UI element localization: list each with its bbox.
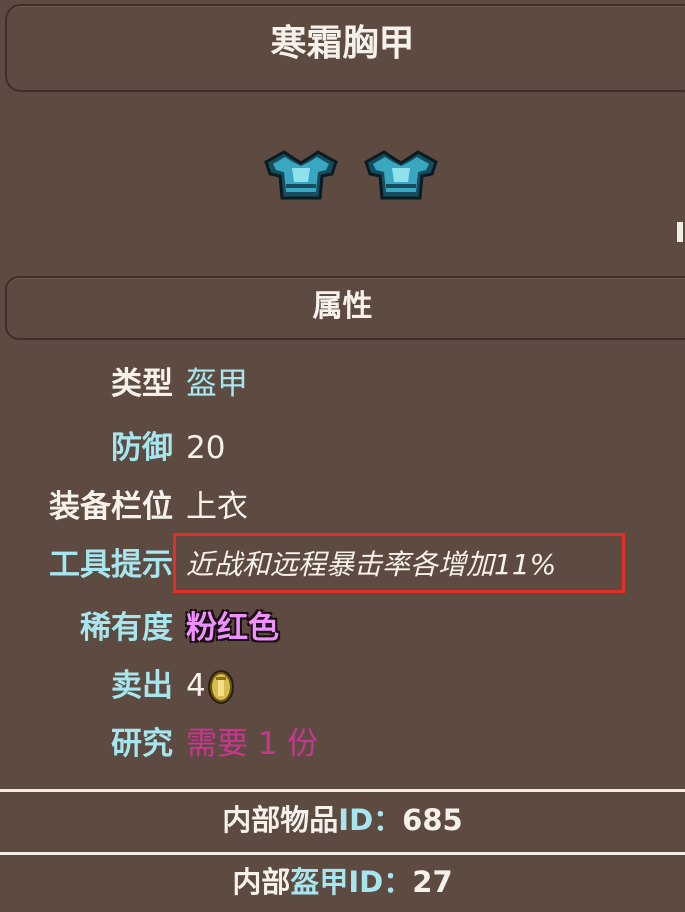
edge-mark (677, 222, 683, 242)
defense-value: 20 (186, 430, 226, 466)
armor-id-key: ID： (348, 865, 413, 899)
sell-row: 卖出 4 (0, 658, 685, 714)
defense-label[interactable]: 防御 (111, 420, 173, 476)
research-value: 需要 1 份 (186, 726, 319, 762)
type-row: 类型 盔甲 (0, 356, 685, 412)
section-header: 属性 (312, 289, 373, 324)
defense-row: 防御 20 (0, 420, 685, 476)
armor-id-prefix: 内部 (232, 865, 291, 899)
highlight-box (173, 533, 625, 593)
gold-coin-icon (208, 670, 234, 704)
item-id-prefix: 内部物品 (222, 803, 339, 837)
item-id-value: 685 (402, 803, 463, 837)
sell-label[interactable]: 卖出 (111, 658, 173, 714)
type-value[interactable]: 盔甲 (186, 356, 248, 412)
armor-id-row: 内部盔甲ID：27 (0, 852, 685, 912)
armor-id-value: 27 (412, 865, 453, 899)
research-row: 研究 需要 1 份 (0, 716, 685, 772)
rarity-label[interactable]: 稀有度 (80, 600, 173, 656)
item-id-row: 内部物品ID：685 (0, 790, 685, 850)
equip-slot-value: 上衣 (186, 489, 248, 525)
research-label[interactable]: 研究 (111, 716, 173, 772)
frost-breastplate-icon (264, 150, 338, 200)
rarity-row: 稀有度 粉红色 (0, 600, 685, 656)
armor-id-mid: 盔甲 (290, 865, 349, 899)
equip-slot-label: 装备栏位 (49, 489, 173, 525)
frost-breastplate-icon (364, 150, 438, 200)
sell-value: 4 (186, 668, 206, 704)
page-title: 寒霜胸甲 (270, 23, 415, 64)
rarity-value: 粉红色 (186, 610, 279, 646)
item-id-key: ID： (338, 803, 403, 837)
item-icons-row (258, 148, 448, 208)
equip-slot-row: 装备栏位 上衣 (0, 479, 685, 535)
type-label: 类型 (111, 366, 173, 402)
tooltip-label[interactable]: 工具提示 (49, 537, 173, 593)
